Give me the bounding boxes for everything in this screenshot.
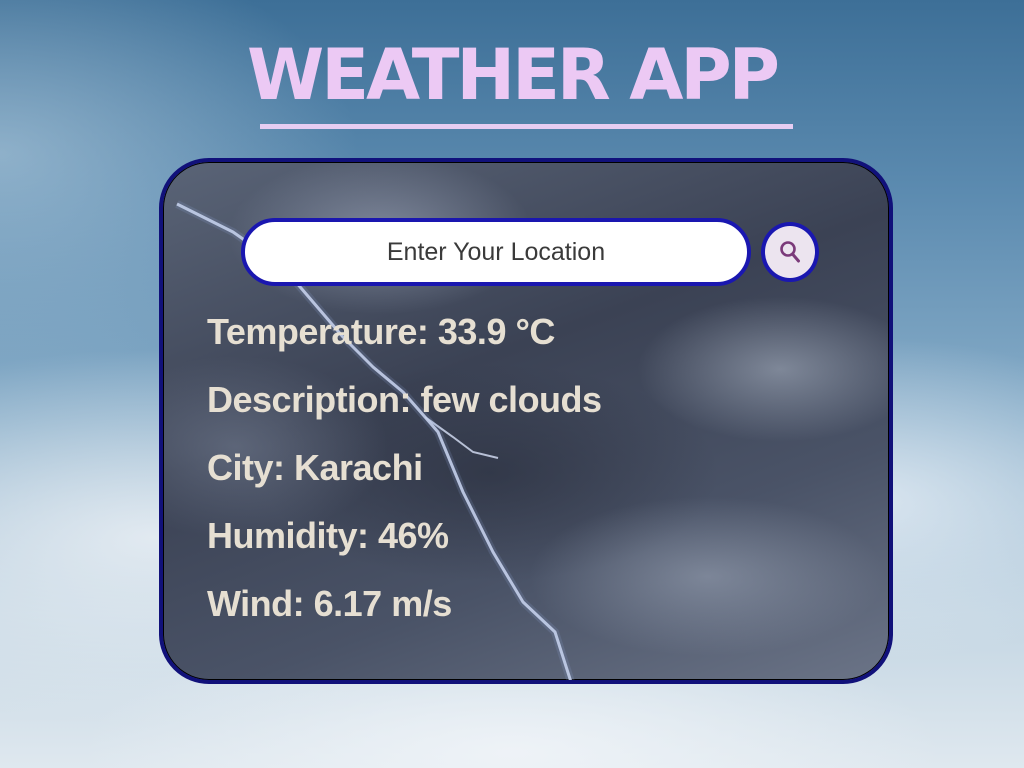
weather-card: Temperature: 33.9 °C Description: few cl… bbox=[159, 158, 893, 684]
temperature-text: Temperature: 33.9 °C bbox=[207, 311, 555, 352]
city-text: City: Karachi bbox=[207, 447, 423, 488]
humidity-text: Humidity: 46% bbox=[207, 515, 449, 556]
wind-text: Wind: 6.17 m/s bbox=[207, 583, 452, 624]
page-title: WEATHER APP bbox=[247, 34, 780, 116]
search-icon bbox=[780, 241, 800, 263]
search-button[interactable] bbox=[761, 222, 819, 282]
title-underline bbox=[260, 124, 793, 129]
location-search-input[interactable] bbox=[241, 218, 751, 286]
description-text: Description: few clouds bbox=[207, 379, 602, 420]
